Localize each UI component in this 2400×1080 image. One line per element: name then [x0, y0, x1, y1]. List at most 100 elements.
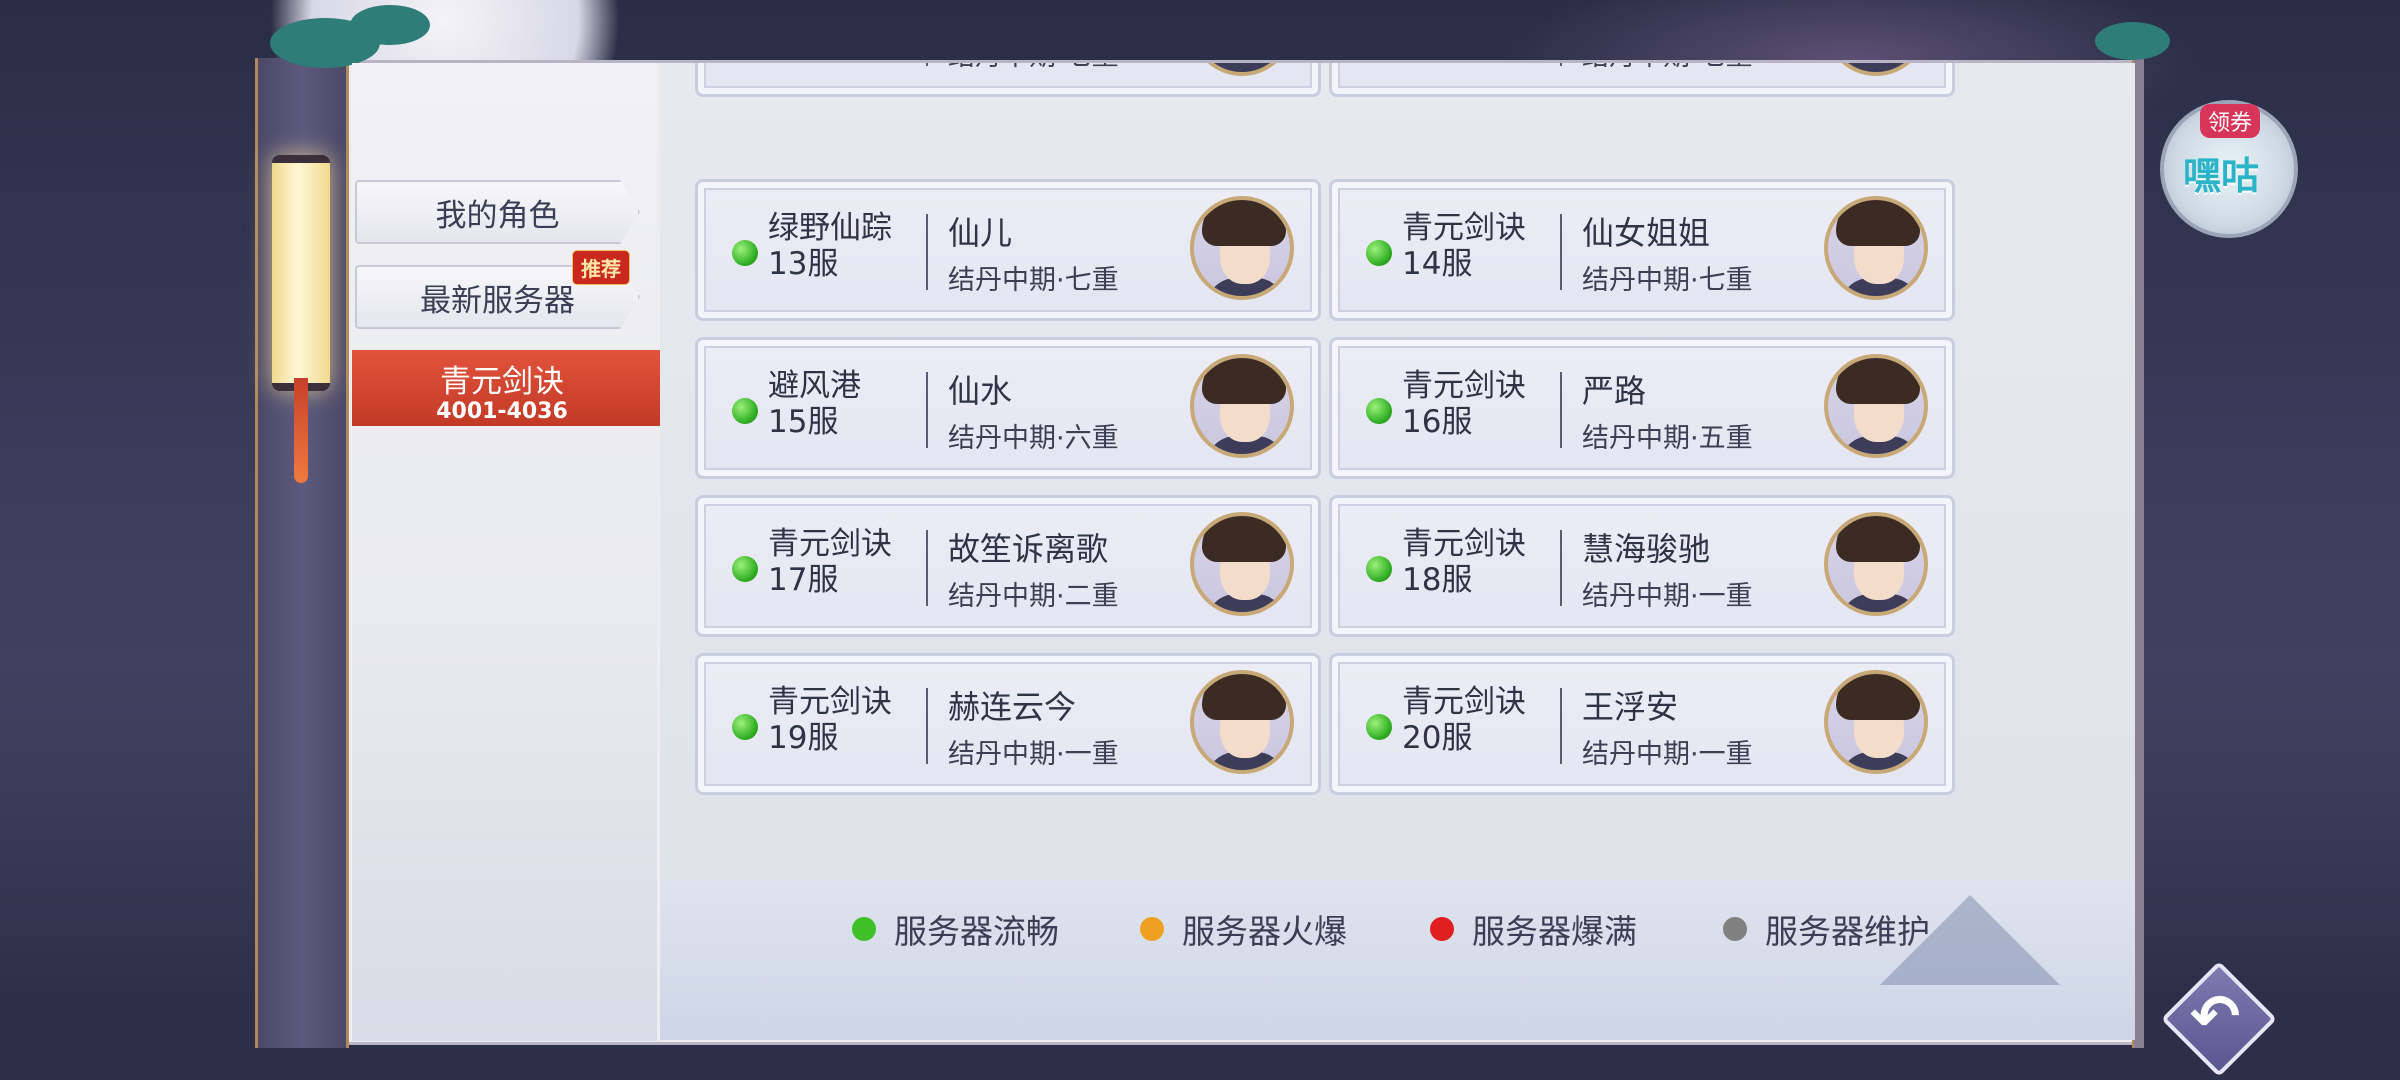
avatar-hair: [1202, 358, 1286, 404]
server-card[interactable]: 青元剑诀 18服 慧海骏驰 结丹中期·一重: [1329, 495, 1955, 637]
character-name: 严路: [1582, 372, 1647, 410]
character-level: 结丹中期·六重: [948, 423, 1119, 454]
legend-label: 服务器火爆: [1182, 912, 1347, 951]
lantern-tassel: [294, 378, 308, 483]
character-level: 结丹中期·一重: [948, 739, 1119, 770]
character-name: 仙儿: [948, 214, 1013, 252]
pine-decoration: [2095, 22, 2170, 60]
tab-server-group-active[interactable]: 青元剑诀 4001-4036: [352, 350, 692, 426]
avatar: [1190, 196, 1294, 300]
character-level: 结丹中期·二重: [948, 581, 1119, 612]
avatar-robe: [1840, 63, 1920, 72]
server-name: 青元剑诀: [1402, 210, 1526, 246]
server-number: 18服: [1402, 562, 1473, 598]
status-dot-green: [732, 714, 758, 740]
avatar: [1824, 670, 1928, 774]
character-level: 结丹中期·七重: [948, 265, 1119, 296]
server-number: 17服: [768, 562, 839, 598]
avatar: [1190, 63, 1294, 76]
status-dot-green: [732, 398, 758, 424]
tab-label: 我的角色: [435, 197, 560, 234]
back-arrow-icon: ↶: [2190, 982, 2241, 1052]
avatar: [1190, 512, 1294, 616]
character-name: 王浮安: [1582, 688, 1679, 726]
divider: [926, 214, 928, 290]
avatar-hair: [1836, 674, 1920, 720]
divider: [926, 530, 928, 606]
status-dot-orange: [1140, 917, 1164, 941]
divider: [1560, 214, 1562, 290]
character-name: 赫连云今: [948, 688, 1077, 726]
character-name: 仙女姐姐: [1582, 214, 1711, 252]
legend-item-smooth: 服务器流畅: [852, 905, 1059, 953]
group-range: 4001-4036: [436, 399, 568, 424]
legend-label: 服务器流畅: [894, 912, 1059, 951]
server-card[interactable]: 青元剑诀 14服 仙女姐姐结丹中期·七重: [1329, 179, 1955, 321]
avatar-hair: [1202, 516, 1286, 562]
status-dot-green: [732, 556, 758, 582]
legend-item-maintenance: 服务器维护: [1723, 905, 1930, 953]
status-dot-green: [852, 917, 876, 941]
avatar: [1190, 354, 1294, 458]
coupon-logo-text: 嘿咕: [2183, 154, 2260, 198]
pine-decoration: [350, 5, 430, 45]
server-card[interactable]: 11服结丹中期·七重: [695, 63, 1321, 97]
tab-my-roles[interactable]: 我的角色: [355, 180, 640, 244]
avatar: [1190, 670, 1294, 774]
recommend-badge: 推荐: [572, 250, 630, 285]
legend-item-full: 服务器爆满: [1430, 905, 1637, 953]
server-name: 青元剑诀: [768, 526, 892, 562]
character-name: 慧海骏驰: [1582, 530, 1711, 568]
divider: [926, 372, 928, 448]
character-level: 结丹中期·五重: [1582, 423, 1753, 454]
server-name: 青元剑诀: [1402, 526, 1526, 562]
status-dot-red: [1430, 917, 1454, 941]
status-dot-green: [732, 240, 758, 266]
server-number: 14服: [1402, 246, 1473, 282]
character-level: 结丹中期·一重: [1582, 739, 1753, 770]
server-card[interactable]: 绿野仙踪 13服 仙儿 结丹中期·七重: [695, 179, 1321, 321]
divider: [1560, 688, 1562, 764]
server-card[interactable]: 避风港 15服 仙水 结丹中期·六重: [695, 337, 1321, 479]
avatar: [1824, 196, 1928, 300]
avatar-hair: [1202, 674, 1286, 720]
server-name: 避风港: [768, 368, 861, 404]
avatar-hair: [1836, 358, 1920, 404]
coupon-tag: 领券: [2200, 104, 2261, 138]
avatar: [1824, 63, 1928, 76]
status-dot-green: [1366, 556, 1392, 582]
avatar-robe: [1206, 63, 1286, 72]
legend-item-busy: 服务器火爆: [1140, 905, 1347, 953]
character-level: 结丹中期·七重: [948, 63, 1119, 73]
status-dot-green: [1366, 240, 1392, 266]
character-level: 结丹中期·七重: [1582, 265, 1753, 296]
avatar-hair: [1836, 200, 1920, 246]
legend-label: 服务器维护: [1765, 912, 1930, 951]
avatar: [1824, 354, 1928, 458]
server-name: 青元剑诀: [1402, 368, 1526, 404]
server-card[interactable]: 青元剑诀 20服 王浮安 结丹中期·一重: [1329, 653, 1955, 795]
divider: [1560, 530, 1562, 606]
server-card[interactable]: 12服结丹中期·七重: [1329, 63, 1955, 97]
server-number: 15服: [768, 404, 839, 440]
server-name: 青元剑诀: [768, 684, 892, 720]
divider: [1560, 372, 1562, 448]
status-dot-green: [1366, 714, 1392, 740]
status-dot-green: [1366, 398, 1392, 424]
server-card[interactable]: 青元剑诀 17服 故笙诉离歌 结丹中期·二重: [695, 495, 1321, 637]
lantern-decoration: [272, 155, 330, 391]
server-grid: 11服结丹中期·七重12服结丹中期·七重绿野仙踪13服仙儿结丹中期·七重青元剑诀…: [660, 63, 2135, 883]
server-number: 16服: [1402, 404, 1473, 440]
avatar-hair: [1202, 200, 1286, 246]
divider: [926, 63, 928, 66]
status-dot-gray: [1723, 917, 1747, 941]
avatar: [1824, 512, 1928, 616]
server-number: 19服: [768, 720, 839, 756]
group-name: 青元剑诀: [440, 364, 564, 400]
server-name: 青元剑诀: [1402, 684, 1526, 720]
legend-label: 服务器爆满: [1472, 912, 1637, 951]
divider: [926, 688, 928, 764]
server-card[interactable]: 青元剑诀 19服 赫连云今结丹中期·一重: [695, 653, 1321, 795]
avatar-hair: [1836, 516, 1920, 562]
server-card[interactable]: 青元剑诀 16服 严路结丹中期·五重: [1329, 337, 1955, 479]
